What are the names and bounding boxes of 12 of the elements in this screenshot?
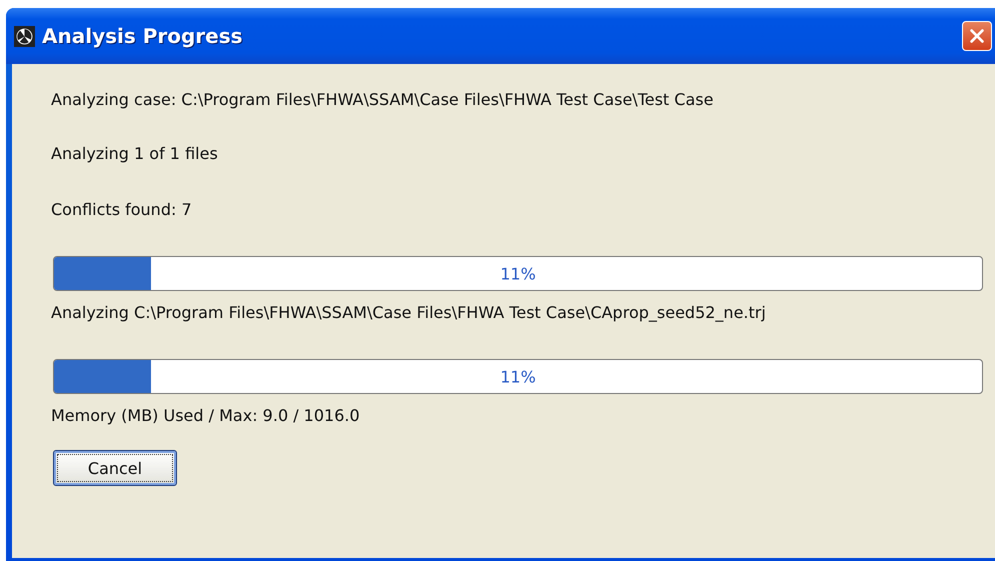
close-icon (968, 27, 986, 45)
window-title: Analysis Progress (42, 24, 243, 48)
progress-percent: 11% (500, 264, 536, 283)
status-text: Analyzing 1 of 1 files (51, 143, 219, 165)
close-button[interactable] (962, 21, 992, 51)
status-text: Conflicts found: 7 (51, 199, 193, 221)
progress-percent: 11% (500, 367, 536, 386)
status-text: Memory (MB) Used / Max: 9.0 / 1016.0 (51, 405, 361, 427)
app-icon (14, 26, 35, 46)
cancel-button[interactable]: Cancel (53, 450, 177, 486)
status-text: Analyzing C:\Program Files\FHWA\SSAM\Case Files\FHWA Test Case\CAprop_seed52_ne.trj (51, 302, 767, 324)
status-text: Analyzing case: C:\Program Files\FHWA\SSAM\Case Files\FHWA Test Case\Test Case (51, 89, 714, 111)
